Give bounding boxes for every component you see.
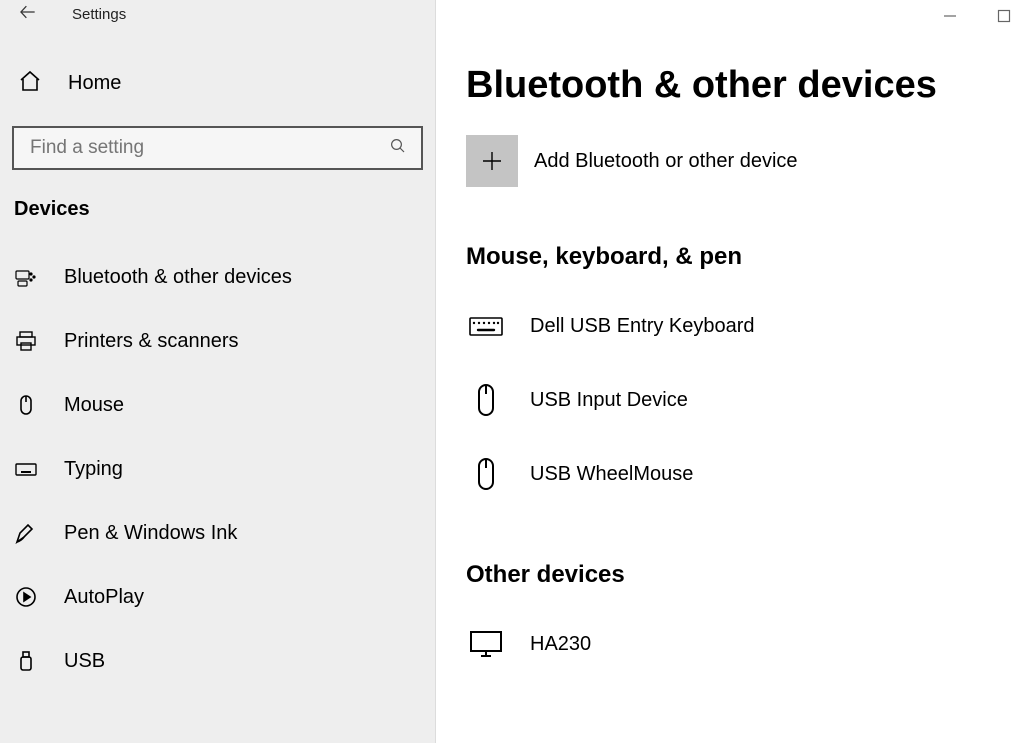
search-input[interactable] [28,136,389,160]
device-row-monitor[interactable]: HA230 [466,607,1024,681]
device-label: USB WheelMouse [530,463,693,486]
mouse-icon [466,457,506,491]
plus-icon [466,135,518,187]
sidebar-item-mouse[interactable]: Mouse [0,373,435,437]
device-label: Dell USB Entry Keyboard [530,315,755,338]
sidebar-section-label: Devices [0,198,435,221]
sidebar-item-usb[interactable]: USB [0,629,435,693]
minimize-button[interactable] [940,6,960,26]
device-row-usbinput[interactable]: USB Input Device [466,363,1024,437]
sidebar-item-label: Typing [64,458,123,481]
sidebar-item-autoplay[interactable]: AutoPlay [0,565,435,629]
device-row-keyboard[interactable]: Dell USB Entry Keyboard [466,289,1024,363]
mouse-icon [466,383,506,417]
group-heading-input: Mouse, keyboard, & pen [466,243,1024,271]
sidebar-item-typing[interactable]: Typing [0,437,435,501]
main-content: Bluetooth & other devices Add Bluetooth … [436,0,1024,743]
sidebar: Settings Home Devices [0,0,436,743]
mouse-icon [14,393,38,417]
monitor-icon [466,627,506,661]
maximize-button[interactable] [994,6,1014,26]
add-device-label: Add Bluetooth or other device [534,150,798,173]
autoplay-icon [14,585,38,609]
pen-icon [14,521,38,545]
keyboard-icon [14,457,38,481]
device-label: USB Input Device [530,389,688,412]
search-box[interactable] [12,126,423,170]
add-device-button[interactable]: Add Bluetooth or other device [466,135,1024,187]
search-icon [389,137,407,160]
printer-icon [14,329,38,353]
home-button[interactable]: Home [0,56,435,110]
home-label: Home [68,72,121,95]
device-row-wheelmouse[interactable]: USB WheelMouse [466,437,1024,511]
page-title: Bluetooth & other devices [466,64,1024,107]
device-label: HA230 [530,633,591,656]
sidebar-item-bluetooth[interactable]: Bluetooth & other devices [0,245,435,309]
home-icon [18,69,42,98]
titlebar: Settings [0,0,435,28]
sidebar-item-label: Pen & Windows Ink [64,522,237,545]
window-title: Settings [72,6,126,23]
sidebar-item-label: AutoPlay [64,586,144,609]
sidebar-item-label: Bluetooth & other devices [64,266,292,289]
sidebar-item-label: Printers & scanners [64,330,239,353]
window-controls [940,6,1014,26]
sidebar-item-printers[interactable]: Printers & scanners [0,309,435,373]
group-heading-other: Other devices [466,561,1024,589]
back-arrow-icon[interactable] [18,2,38,27]
bluetooth-icon [14,265,38,289]
sidebar-item-label: USB [64,650,105,673]
sidebar-item-pen[interactable]: Pen & Windows Ink [0,501,435,565]
sidebar-item-label: Mouse [64,394,124,417]
usb-icon [14,649,38,673]
keyboard-icon [466,309,506,343]
